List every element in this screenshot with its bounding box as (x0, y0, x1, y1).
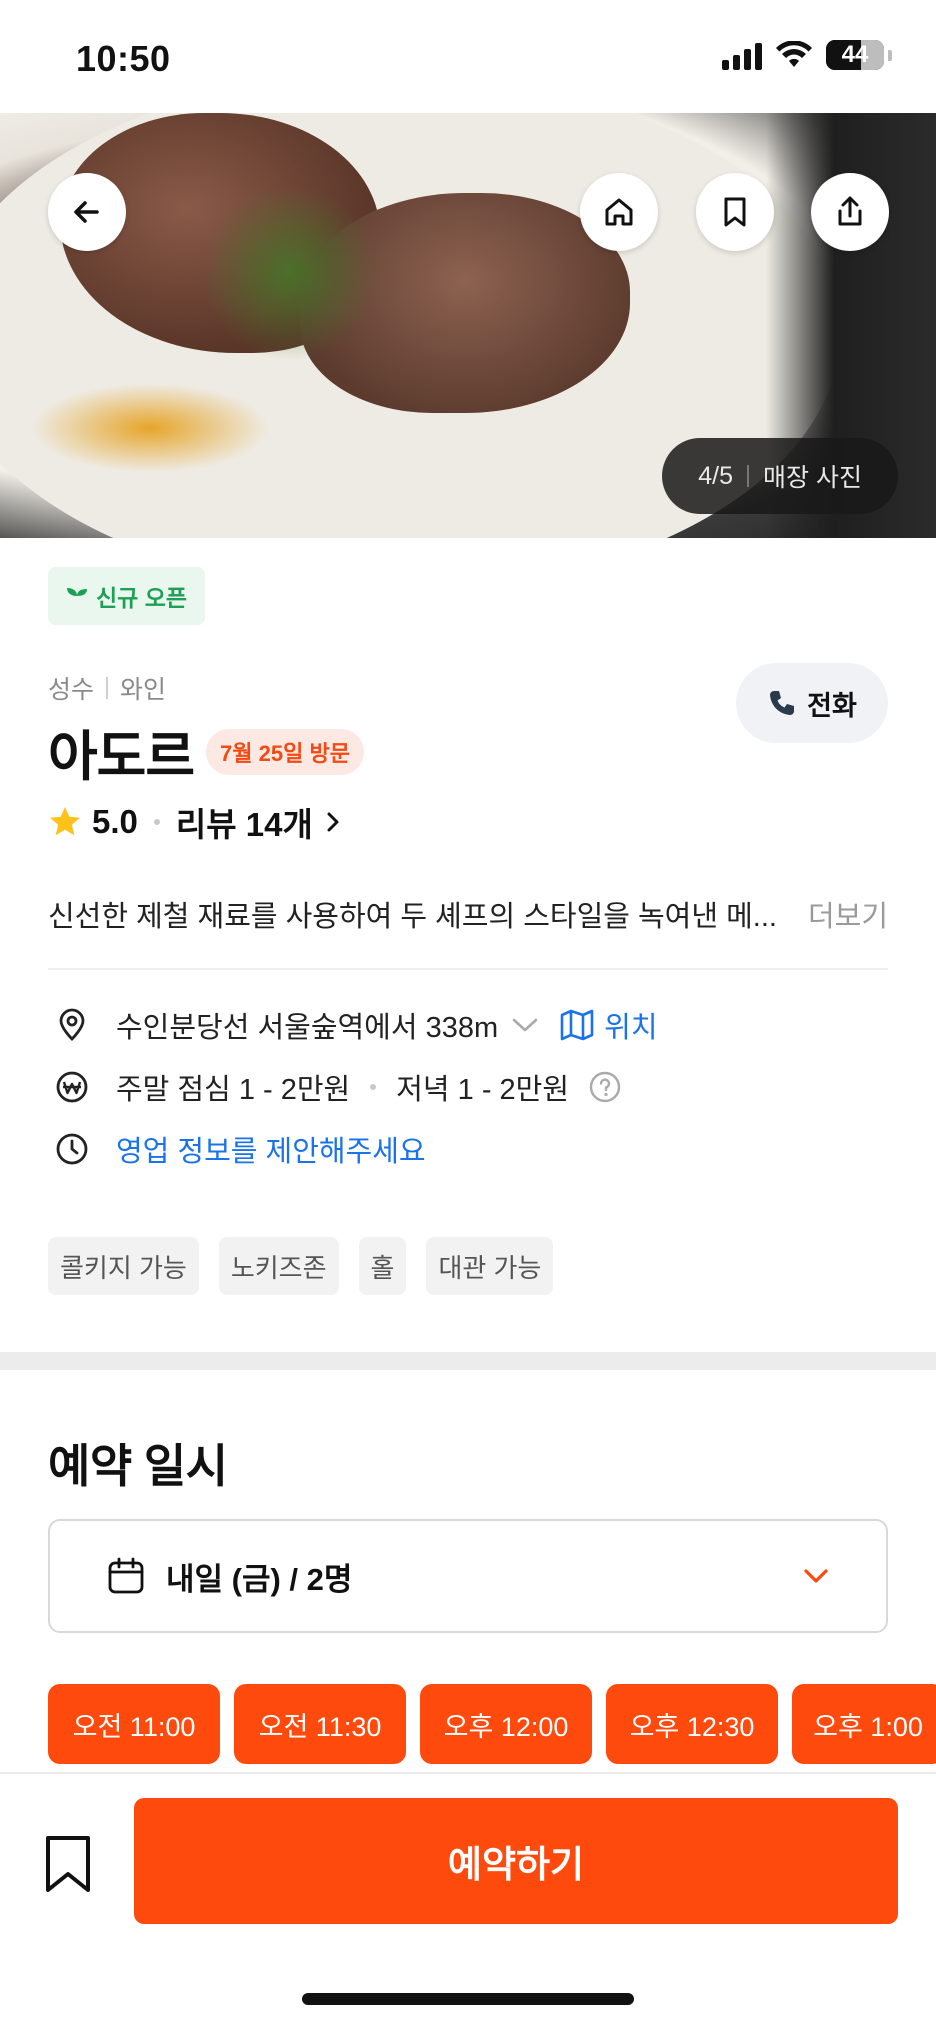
location-link-label: 위치 (604, 1012, 658, 1044)
location-text: 수인분당선 서울숲역에서 338m (116, 1012, 499, 1044)
status-time: 10:50 (76, 38, 171, 79)
star-icon (50, 807, 80, 836)
calendar-icon (108, 1557, 144, 1594)
reserve-button[interactable]: 예약하기 (134, 1798, 898, 1924)
tag-corkage: 콜키지 가능 (48, 1237, 199, 1295)
bookmark-icon[interactable] (44, 1834, 92, 1894)
hero-photo[interactable]: 4/5 매장 사진 (0, 113, 936, 538)
wifi-icon (776, 41, 812, 67)
battery-icon: 44 (826, 40, 884, 70)
date-party-selector[interactable]: 내일 (금) / 2명 (48, 1519, 888, 1633)
restaurant-name: 아도르 (48, 727, 195, 787)
back-button[interactable] (48, 173, 126, 251)
suggest-hours-link[interactable]: 영업 정보를 제안해주세요 (116, 1128, 426, 1170)
clock-icon (56, 1133, 88, 1165)
location-map-link[interactable]: 위치 (560, 1004, 658, 1046)
home-button[interactable] (580, 173, 658, 251)
home-icon (605, 198, 633, 226)
tag-no-kids: 노키즈존 (218, 1237, 339, 1295)
title-row: 아도르 7월 25일 방문 (48, 712, 364, 791)
time-slot-list: 오전 11:00 오전 11:30 오후 12:00 오후 12:30 오후 1… (48, 1684, 936, 1764)
time-slot[interactable]: 오후 12:30 (606, 1684, 778, 1764)
visit-badge: 7월 25일 방문 (206, 728, 364, 775)
new-open-badge: 신규 오픈 (48, 567, 206, 625)
phone-icon (770, 691, 795, 715)
description-text: 신선한 제철 재료를 사용하여 두 셰프의 스타일을 녹여낸 메... (48, 901, 777, 933)
rating-row[interactable]: 5.0 리뷰 14개 (48, 798, 343, 846)
more-link[interactable]: 더보기 (808, 893, 888, 935)
time-slot[interactable]: 오후 1:00 (792, 1684, 936, 1764)
tag-hall: 홀 (358, 1237, 407, 1295)
divider (48, 968, 888, 970)
price-row: 주말 점심 1 - 2만원 저녁 1 - 2만원 (48, 1063, 621, 1111)
breadcrumb-category: 와인 (120, 676, 167, 704)
back-arrow-icon (74, 201, 99, 223)
reservation-title: 예약 일시 (48, 1440, 228, 1492)
price-dinner: 저녁 1 - 2만원 (396, 1074, 570, 1106)
bookmark-button[interactable] (696, 173, 774, 251)
section-separator (0, 1352, 936, 1370)
date-party-value: 내일 (금) / 2명 (166, 1561, 353, 1597)
time-slot[interactable]: 오후 12:00 (420, 1684, 592, 1764)
photo-label: 매장 사진 (763, 464, 862, 492)
tag-rental: 대관 가능 (426, 1237, 554, 1295)
chevron-down-icon[interactable] (510, 1015, 540, 1035)
status-bar: 10:50 44 (0, 0, 936, 113)
new-open-label: 신규 오픈 (96, 585, 188, 611)
time-slot[interactable]: 오전 11:30 (234, 1684, 406, 1764)
status-icons: 44 (722, 40, 892, 70)
call-label: 전화 (807, 690, 857, 721)
chevron-down-icon (804, 1569, 828, 1583)
call-button[interactable]: 전화 (736, 663, 888, 743)
breadcrumb: 성수 와인 (48, 670, 166, 706)
share-icon (838, 196, 862, 226)
share-button[interactable] (811, 173, 889, 251)
tag-list: 콜키지 가능 노키즈존 홀 대관 가능 (48, 1237, 554, 1295)
cellular-signal-icon (722, 40, 762, 70)
photo-counter[interactable]: 4/5 매장 사진 (662, 438, 898, 514)
home-indicator (302, 1993, 634, 2005)
price-lunch: 주말 점심 1 - 2만원 (116, 1074, 351, 1106)
map-icon (560, 1009, 594, 1041)
price-won-icon (56, 1071, 88, 1103)
hours-row: 영업 정보를 제안해주세요 (48, 1125, 426, 1173)
bookmark-icon (724, 197, 746, 227)
battery-level: 44 (841, 41, 869, 68)
help-icon[interactable] (589, 1071, 621, 1103)
description: 신선한 제철 재료를 사용하여 두 셰프의 스타일을 녹여낸 메... 더보기 (48, 893, 888, 935)
photo-index: 4/5 (698, 461, 734, 490)
sprout-icon (67, 588, 87, 605)
review-count[interactable]: 리뷰 14개 (176, 798, 313, 846)
chevron-right-icon (327, 812, 339, 832)
bottom-action-bar: 예약하기 (0, 1772, 936, 2026)
breadcrumb-area: 성수 (48, 676, 95, 704)
time-slot[interactable]: 오전 11:00 (48, 1684, 220, 1764)
rating-value: 5.0 (92, 803, 138, 840)
location-row: 수인분당선 서울숲역에서 338m 위치 (48, 1001, 658, 1049)
location-pin-icon (59, 1008, 85, 1041)
